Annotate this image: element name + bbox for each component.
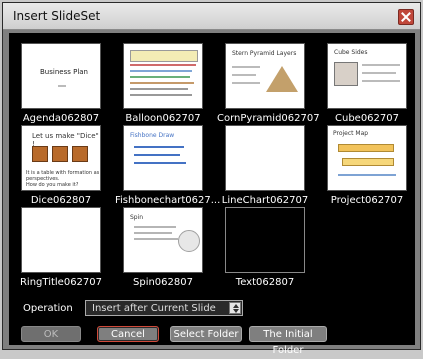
slideset-label: Fishbonechart0627... (115, 195, 221, 206)
dice-graphic-3 (72, 146, 88, 162)
slide-thumbnail-cornpyramid[interactable]: Stern Pyramid Layers (225, 43, 305, 109)
spin-graphic (178, 230, 200, 252)
slide-thumbnail-agenda[interactable]: Business Plan (21, 43, 101, 109)
project-arrow-top (338, 144, 394, 152)
select-folder-button[interactable]: Select Folder (170, 326, 242, 342)
operation-selected-value: Insert after Current Slide (92, 303, 216, 314)
slide-thumbnail-dice[interactable]: Let us make "Dice" ! It is a table with … (21, 125, 101, 191)
title-bar: Insert SlideSet (3, 3, 420, 30)
project-arrow-mid (342, 158, 394, 166)
slideset-label: RingTitle062707 (19, 277, 103, 288)
slide-thumbnail-ringtitle[interactable] (21, 207, 101, 273)
slideset-item[interactable]: Stern Pyramid Layers CornPyramid062707 (217, 43, 320, 124)
operation-label: Operation (23, 303, 73, 314)
thumb-balloon-line-4 (130, 82, 194, 84)
slideset-item[interactable]: Project Map Project062707 (327, 125, 407, 206)
thumb-balloon-line-2 (130, 70, 192, 72)
slideset-label: Balloon062707 (125, 113, 201, 124)
slideset-label: Agenda062807 (22, 113, 100, 124)
close-icon[interactable] (398, 9, 414, 25)
thumb-spin-title: Spin (130, 214, 144, 221)
slideset-label: Cube062707 (335, 113, 399, 124)
slideset-item[interactable]: Fishbone Draw Fishbonechart0627... (115, 125, 220, 206)
slideset-item[interactable]: Text062807 (225, 207, 305, 288)
slideset-item[interactable]: RingTitle062707 (20, 207, 102, 288)
slideset-item[interactable]: Cube Sides Cube062707 (327, 43, 407, 124)
thumb-cube-line-2 (362, 72, 396, 74)
thumb-dice-caption: It is a table with formation as perspect… (26, 170, 100, 188)
project-bar-bottom (338, 174, 396, 176)
thumb-spin-line-1 (134, 226, 176, 228)
dialog-content: Business Plan Agenda062807 Balloon062707 (9, 33, 415, 356)
slideset-item[interactable]: Balloon062707 (123, 43, 203, 124)
dice-graphic-2 (52, 146, 68, 162)
thumb-fishbone-title: Fishbone Draw (130, 132, 175, 139)
operation-select[interactable]: Insert after Current Slide (85, 300, 243, 316)
insert-slideset-dialog: Insert SlideSet Business Plan Agenda0628… (2, 2, 421, 356)
slideset-grid: Business Plan Agenda062807 Balloon062707 (9, 33, 415, 293)
slide-thumbnail-fishbone[interactable]: Fishbone Draw (123, 125, 203, 191)
slideset-label: Project062707 (330, 195, 404, 206)
thumb-corn-title: Stern Pyramid Layers (232, 50, 297, 57)
slide-thumbnail-balloon[interactable] (123, 43, 203, 109)
thumb-agenda-title: Business Plan (40, 68, 88, 76)
slideset-item[interactable]: Business Plan Agenda062807 (21, 43, 101, 124)
cancel-button[interactable]: Cancel (97, 326, 159, 342)
thumb-fishbone-line-3 (134, 162, 186, 164)
thumb-balloon-line-3 (130, 76, 190, 78)
slideset-item[interactable]: Spin Spin062807 (123, 207, 203, 288)
thumb-agenda-dash (58, 85, 66, 87)
thumb-fishbone-line-1 (134, 146, 184, 148)
ok-button[interactable]: OK (21, 326, 81, 342)
dice-graphic-1 (32, 146, 48, 162)
thumb-fishbone-line-2 (134, 154, 180, 156)
thumb-project-title: Project Map (333, 130, 369, 137)
initial-folder-button[interactable]: The Initial Folder (249, 326, 327, 356)
thumb-cube-label: Cube Sides (334, 49, 368, 56)
thumb-balloon-heading (130, 50, 198, 62)
window-title: Insert SlideSet (13, 9, 101, 23)
cube-graphic (334, 62, 358, 86)
operation-bar: Operation Insert after Current Slide OK … (9, 295, 415, 356)
thumb-corn-line-2 (232, 74, 256, 76)
slideset-label: LineChart062707 (221, 195, 309, 206)
thumb-corn-line-3 (232, 82, 260, 84)
slideset-item[interactable]: LineChart062707 (222, 125, 308, 206)
thumb-spin-line-2 (134, 232, 172, 234)
thumb-cube-line-3 (362, 80, 400, 82)
slideset-label: Spin062807 (133, 277, 193, 288)
thumb-corn-line-1 (232, 66, 260, 68)
slideset-item[interactable]: Let us make "Dice" ! It is a table with … (21, 125, 101, 206)
spinner-icon[interactable] (229, 302, 241, 314)
slide-thumbnail-project[interactable]: Project Map (327, 125, 407, 191)
thumb-spin-line-3 (134, 238, 178, 240)
slide-thumbnail-spin[interactable]: Spin (123, 207, 203, 273)
slideset-label: Text062807 (235, 277, 295, 288)
thumb-cube-line-1 (362, 64, 400, 66)
thumb-balloon-line-5 (130, 88, 188, 90)
slideset-label: CornPyramid062707 (217, 113, 320, 124)
thumb-balloon-line-1 (130, 64, 196, 66)
pyramid-shape (266, 66, 298, 92)
slide-thumbnail-text[interactable] (225, 207, 305, 273)
slide-thumbnail-cube[interactable]: Cube Sides (327, 43, 407, 109)
slide-thumbnail-linechart[interactable] (225, 125, 305, 191)
thumb-balloon-line-6 (130, 94, 192, 96)
slideset-label: Dice062807 (30, 195, 92, 206)
